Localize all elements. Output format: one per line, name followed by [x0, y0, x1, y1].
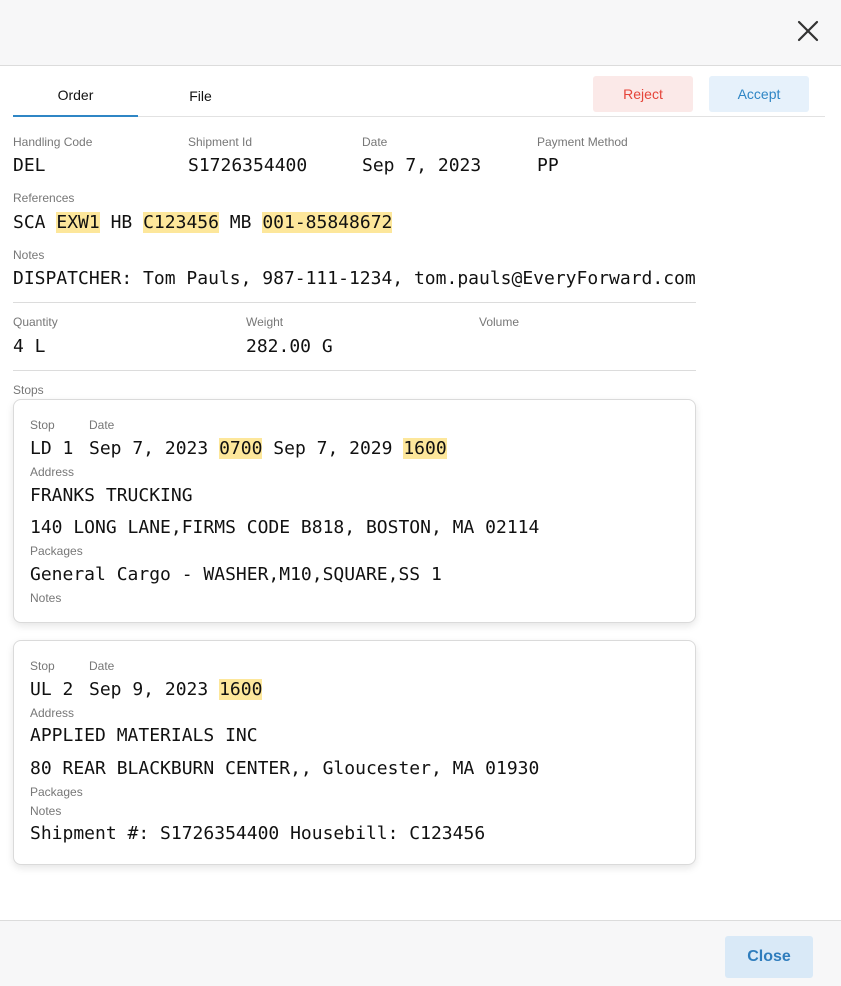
references-label: References: [13, 191, 75, 205]
payment-method-value: PP: [537, 155, 559, 176]
reference-type: HB: [110, 212, 133, 233]
stop-date-end: Sep 7, 2029: [273, 438, 393, 459]
stop-packages-label: Packages: [30, 544, 83, 558]
stop-dates: Sep 7, 2023 0700 Sep 7, 2029 1600: [89, 438, 447, 459]
reference-type: MB: [229, 212, 252, 233]
close-icon[interactable]: [794, 17, 822, 45]
stop-time-end: 1600: [403, 438, 447, 459]
stop-packages: General Cargo - WASHER,M10,SQUARE,SS 1: [30, 564, 442, 585]
stop-date-start: Sep 7, 2023: [89, 438, 209, 459]
weight-label: Weight: [246, 315, 284, 329]
stop-packages-label: Packages: [30, 785, 83, 799]
stop-address-label: Address: [30, 465, 75, 479]
tab-order[interactable]: Order: [13, 66, 138, 117]
date-label: Date: [362, 135, 388, 149]
handling-code-value: DEL: [13, 155, 46, 176]
dialog-footer: Close: [0, 920, 841, 986]
stop-address-name: FRANKS TRUCKING: [30, 485, 193, 506]
stop-time-start: 0700: [219, 438, 263, 459]
reject-button[interactable]: Reject: [593, 76, 693, 112]
stop-code: LD 1: [30, 438, 74, 459]
stop-dates: Sep 9, 2023 1600: [89, 679, 263, 700]
handling-code-label: Handling Code: [13, 135, 93, 149]
reference-code: C123456: [143, 212, 219, 233]
stop-address-line: 80 REAR BLACKBURN CENTER,, Gloucester, M…: [30, 758, 540, 779]
stop-notes: Shipment #: S1726354400 Housebill: C1234…: [30, 823, 486, 844]
stop-address-line: 140 LONG LANE,FIRMS CODE B818, BOSTON, M…: [30, 517, 540, 538]
references-value: SCA EXW1 HB C123456 MB 001-85848672: [13, 212, 393, 233]
stop-label: Stop: [30, 418, 55, 432]
reference-type: SCA: [13, 212, 46, 233]
shipment-id-value: S1726354400: [188, 155, 308, 176]
notes-value: DISPATCHER: Tom Pauls, 987-111-1234, tom…: [13, 268, 696, 289]
stops-label: Stops: [13, 383, 44, 397]
quantity-label: Quantity: [13, 315, 58, 329]
stop-label: Stop: [30, 659, 55, 673]
weight-value: 282.00 G: [246, 336, 333, 357]
reference-code: 001-85848672: [262, 212, 393, 233]
divider: [13, 302, 696, 303]
dialog-header: [0, 0, 841, 66]
divider: [13, 370, 696, 371]
stop-address-name: APPLIED MATERIALS INC: [30, 725, 258, 746]
tab-file[interactable]: File: [138, 66, 263, 117]
stop-date-label: Date: [89, 659, 115, 673]
reference-code: EXW1: [56, 212, 100, 233]
stop-card: Stop Date LD 1 Sep 7, 2023 0700 Sep 7, 2…: [13, 399, 696, 623]
accept-button[interactable]: Accept: [709, 76, 809, 112]
volume-label: Volume: [479, 315, 520, 329]
stop-code: UL 2: [30, 679, 74, 700]
shipment-id-label: Shipment Id: [188, 135, 253, 149]
stop-time-start: 1600: [219, 679, 263, 700]
stop-date-label: Date: [89, 418, 115, 432]
payment-method-label: Payment Method: [537, 135, 628, 149]
notes-label: Notes: [13, 248, 45, 262]
quantity-value: 4 L: [13, 336, 46, 357]
close-button[interactable]: Close: [725, 936, 813, 978]
stop-date-start: Sep 9, 2023: [89, 679, 209, 700]
date-value: Sep 7, 2023: [362, 155, 482, 176]
stop-notes-label: Notes: [30, 591, 62, 605]
order-details: Handling Code DEL Shipment Id S172635440…: [0, 117, 710, 885]
stop-notes-label: Notes: [30, 804, 62, 818]
stop-address-label: Address: [30, 706, 75, 720]
stop-card: Stop Date UL 2 Sep 9, 2023 1600 Address …: [13, 640, 696, 865]
tab-bar: Order File: [13, 66, 825, 117]
